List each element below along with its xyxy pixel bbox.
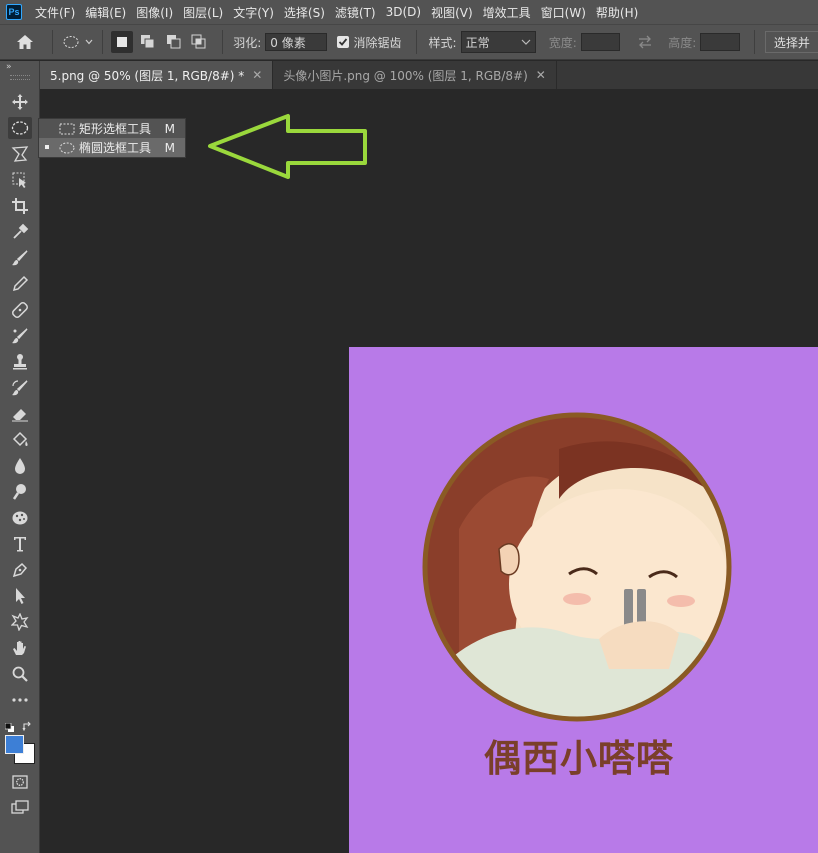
- canvas-caption-text: 偶西小嗒嗒: [484, 737, 674, 780]
- document-canvas[interactable]: 偶西小嗒嗒: [349, 347, 818, 853]
- avatar-image: [422, 412, 732, 722]
